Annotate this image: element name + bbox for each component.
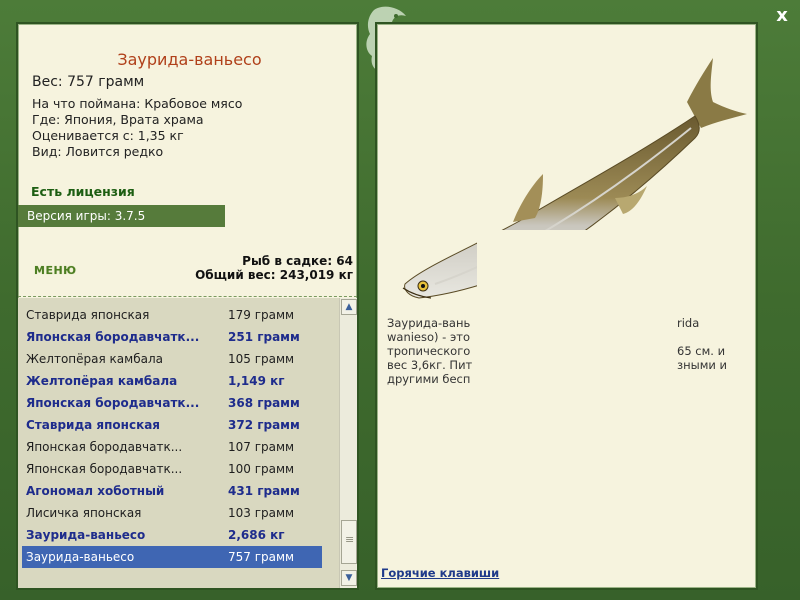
- fish-image-panel: Заурида-вань rida wanieso) - это тропиче…: [375, 22, 758, 590]
- scrollbar-thumb[interactable]: [341, 520, 357, 564]
- image-mask: [477, 230, 747, 302]
- fish-weight: Вес: 757 грамм: [32, 74, 145, 90]
- list-item[interactable]: Заурида-ваньесо 2,686 кг: [22, 524, 322, 546]
- list-item-weight: 105 грамм: [228, 352, 295, 366]
- list-item-name: Японская бородавчатк...: [26, 440, 183, 454]
- catch-list[interactable]: Ставрида японская 179 грамм Японская бород…: [18, 298, 357, 588]
- list-item-name: Ставрида японская: [26, 308, 150, 322]
- list-item-weight: 103 грамм: [228, 506, 295, 520]
- list-item-name: Желтопёрая камбала: [26, 374, 178, 388]
- description-line: Заурида-вань: [387, 316, 471, 330]
- fish-count: Рыб в садке: 64: [242, 254, 353, 268]
- list-item-name: Японская бородавчатк...: [26, 330, 200, 344]
- description-line: rida: [677, 316, 700, 330]
- fish-bait: На что поймана: Крабовое мясо: [32, 96, 243, 111]
- list-item-name: Агономал хоботный: [26, 484, 165, 498]
- chevron-down-icon[interactable]: ▼: [341, 570, 357, 586]
- catch-stats: Рыб в садке: 64 Общий вес: 243,019 кг: [195, 254, 353, 282]
- list-item[interactable]: Ставрида японская 372 грамм: [22, 414, 322, 436]
- menu-button[interactable]: МЕНЮ: [34, 264, 77, 277]
- list-item-weight: 757 грамм: [228, 550, 295, 564]
- hotkeys-link[interactable]: Горячие клавиши: [381, 566, 499, 580]
- description-line: тропического: [387, 344, 471, 358]
- list-item[interactable]: Японская бородавчатк... 368 грамм: [22, 392, 322, 414]
- list-item-name: Заурида-ваньесо: [26, 528, 146, 542]
- list-item[interactable]: Лисичка японская 103 грамм: [22, 502, 322, 524]
- list-item-weight: 372 грамм: [228, 418, 300, 432]
- fish-rarity: Вид: Ловится редко: [32, 144, 164, 159]
- list-item[interactable]: Заурида-ваньесо 757 грамм: [22, 546, 322, 568]
- list-item-name: Японская бородавчатк...: [26, 462, 183, 476]
- list-item-weight: 431 грамм: [228, 484, 300, 498]
- list-item-weight: 368 грамм: [228, 396, 300, 410]
- total-weight: Общий вес: 243,019 кг: [195, 268, 353, 282]
- description-line: зными и: [677, 358, 727, 372]
- list-item-name: Заурида-ваньесо: [26, 550, 135, 564]
- list-item-name: Лисичка японская: [26, 506, 142, 520]
- fish-title: Заурида-ваньесо: [117, 50, 262, 69]
- list-item-name: Желтопёрая камбала: [26, 352, 163, 366]
- chevron-up-icon[interactable]: ▲: [341, 299, 357, 315]
- list-item-name: Японская бородавчатк...: [26, 396, 200, 410]
- scrollbar[interactable]: ▲ ▼: [339, 298, 357, 588]
- list-item-weight: 100 грамм: [228, 462, 295, 476]
- list-item[interactable]: Агономал хоботный 431 грамм: [22, 480, 322, 502]
- list-item[interactable]: Желтопёрая камбала 1,149 кг: [22, 370, 322, 392]
- version-bar: Версия игры: 3.7.5: [18, 205, 225, 227]
- list-item[interactable]: Желтопёрая камбала 105 грамм: [22, 348, 322, 370]
- fish-place: Где: Япония, Врата храма: [32, 112, 204, 127]
- fish-value: Оценивается с: 1,35 кг: [32, 128, 184, 143]
- list-item-weight: 179 грамм: [228, 308, 295, 322]
- list-item[interactable]: Японская бородавчатк... 251 грамм: [22, 326, 322, 348]
- list-item-weight: 1,149 кг: [228, 374, 285, 388]
- description-line: вес 3,6кг. Пит: [387, 358, 473, 372]
- divider: [18, 296, 357, 297]
- description-line: wanieso) - это: [387, 330, 471, 344]
- list-item-name: Ставрида японская: [26, 418, 161, 432]
- fish-info-panel: Заурида-ваньесо Вес: 757 грамм На что по…: [16, 22, 359, 590]
- fish-details: На что поймана: Крабовое мясо Где: Япони…: [32, 96, 242, 160]
- license-status: Есть лицензия: [31, 184, 135, 199]
- list-item[interactable]: Японская бородавчатк... 100 грамм: [22, 458, 322, 480]
- list-item[interactable]: Ставрида японская 179 грамм: [22, 304, 322, 326]
- list-item-weight: 2,686 кг: [228, 528, 285, 542]
- description-line: 65 см. и: [677, 344, 726, 358]
- description-line: другими бесп: [387, 372, 471, 386]
- list-item-weight: 107 грамм: [228, 440, 295, 454]
- list-item[interactable]: Японская бородавчатк... 107 грамм: [22, 436, 322, 458]
- close-icon[interactable]: x: [770, 4, 794, 28]
- list-item-weight: 251 грамм: [228, 330, 300, 344]
